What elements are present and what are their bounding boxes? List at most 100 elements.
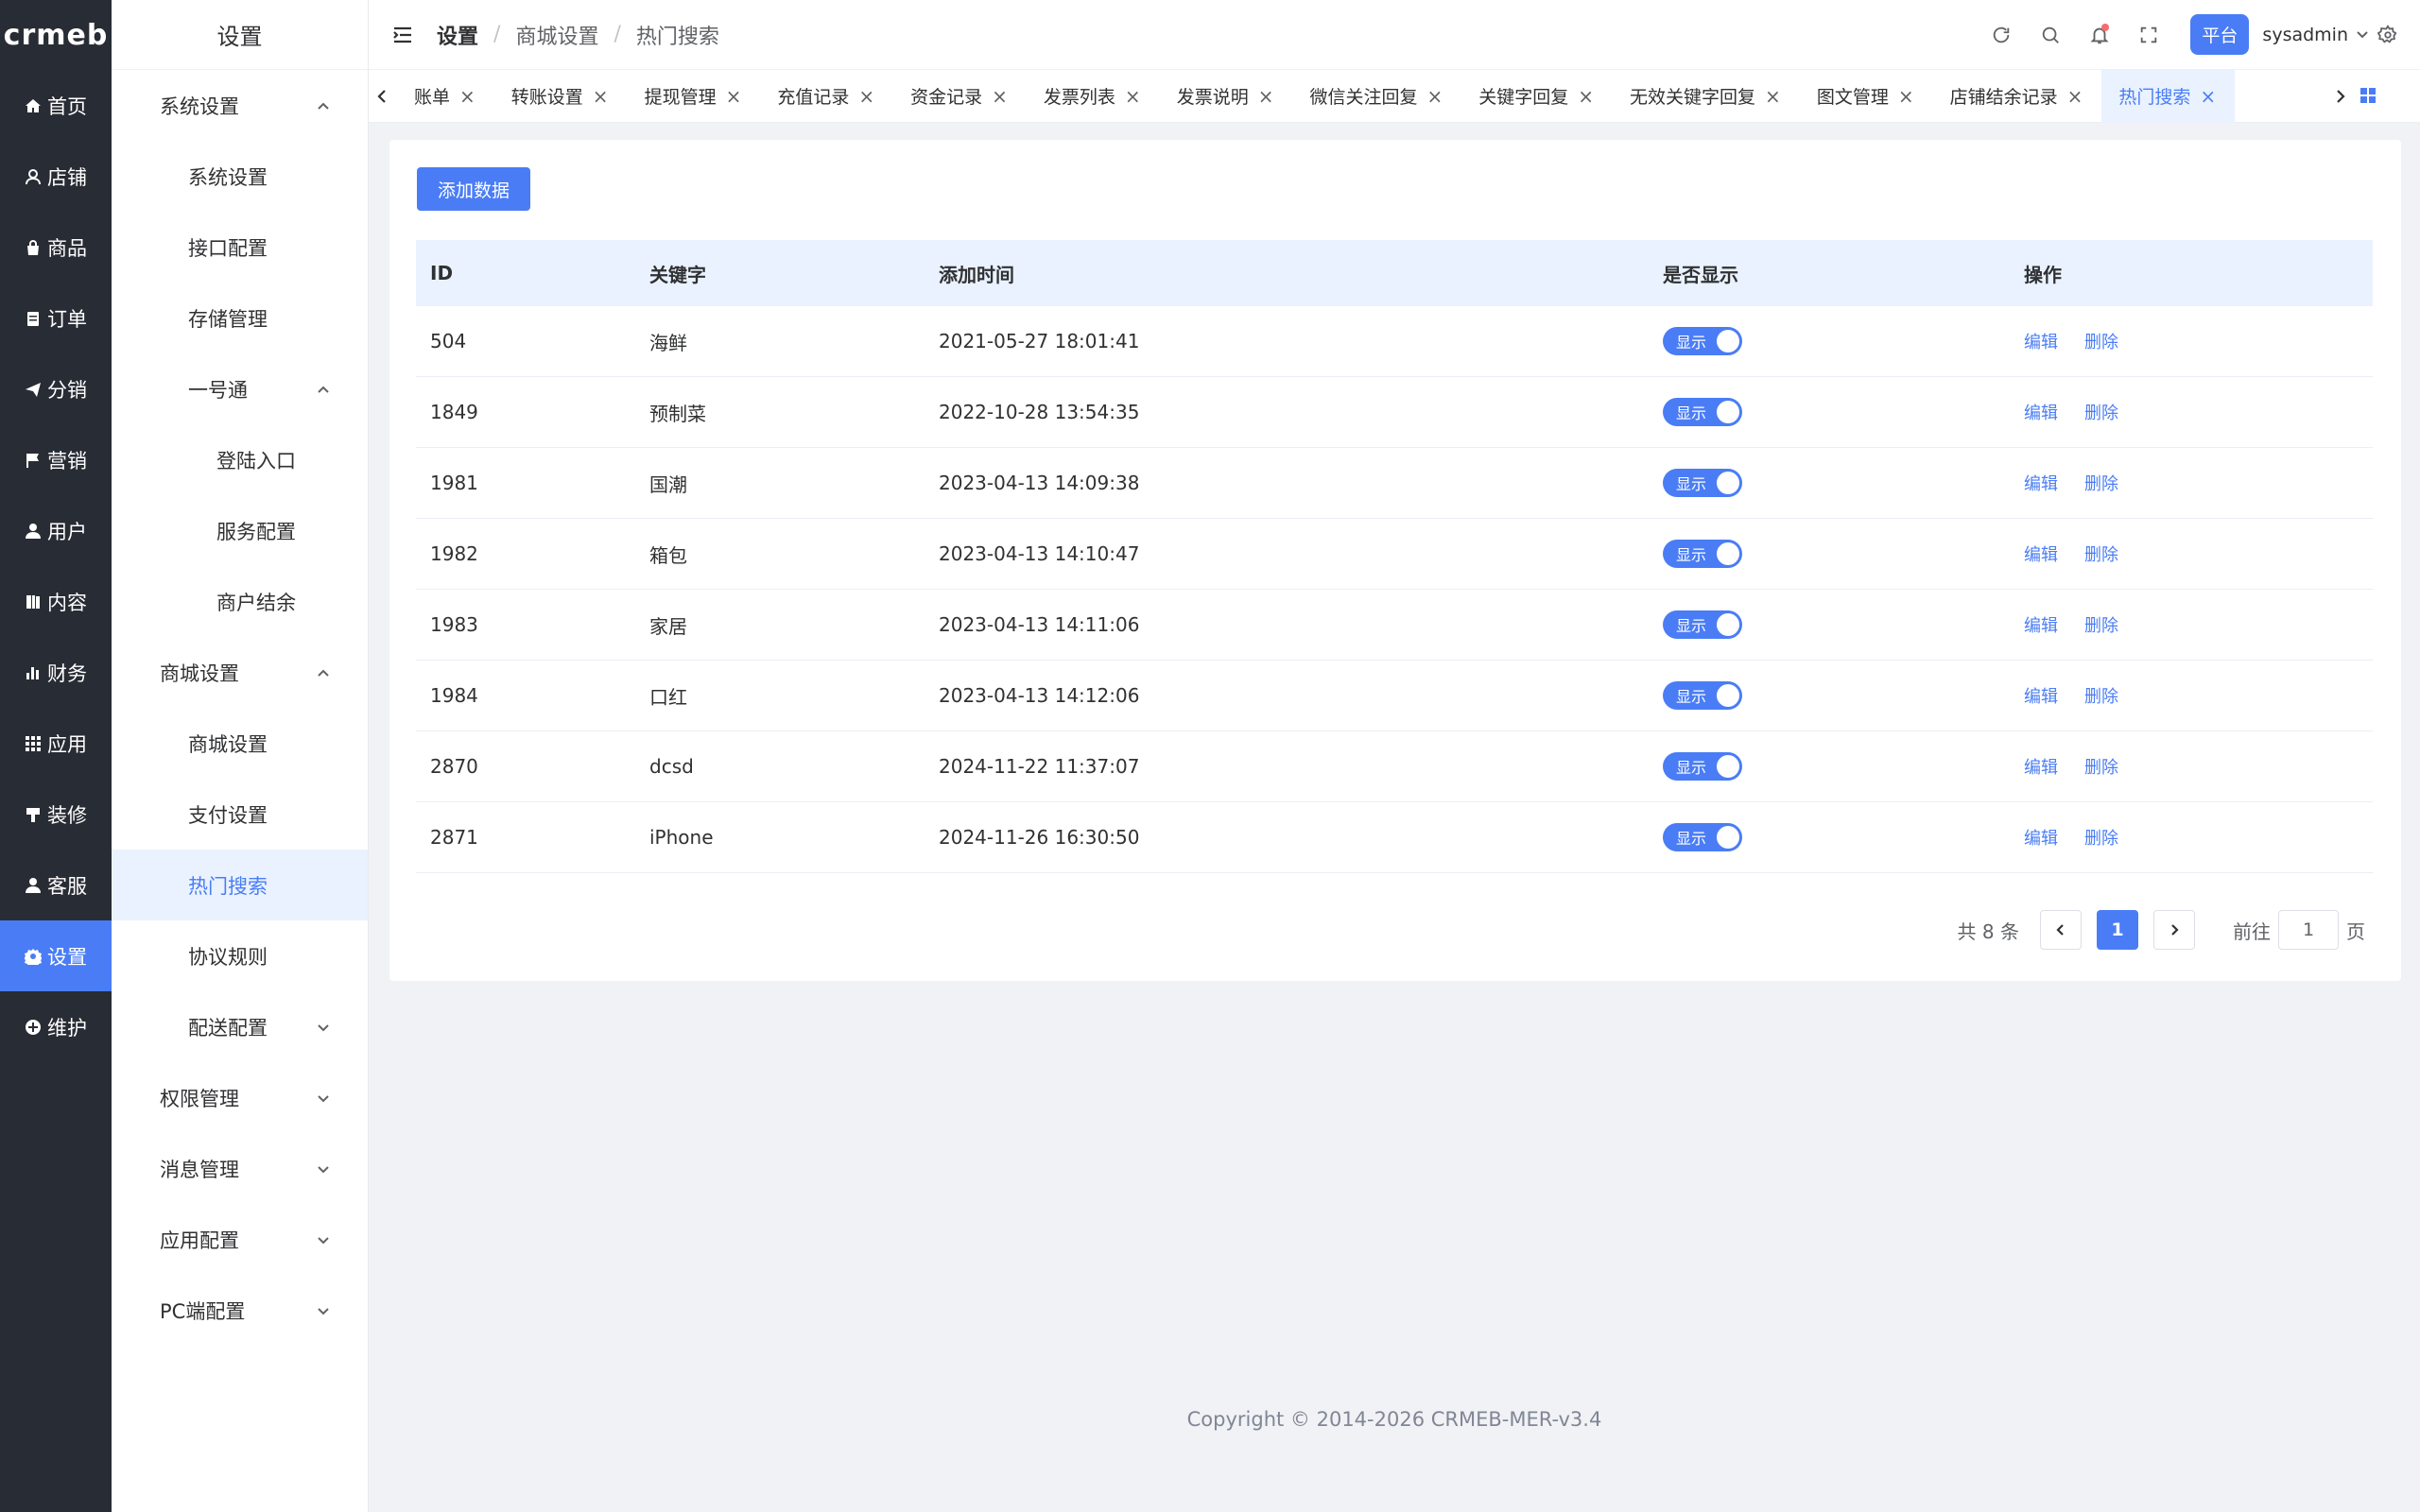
nav-item-8[interactable]: 财务 [0, 637, 112, 708]
close-icon[interactable]: × [726, 85, 742, 108]
close-icon[interactable]: × [2067, 85, 2083, 108]
close-icon[interactable]: × [1258, 85, 1274, 108]
fullscreen-icon[interactable] [2124, 16, 2173, 54]
sidebar-item[interactable]: 热门搜索 [112, 850, 368, 920]
close-icon[interactable]: × [1898, 85, 1914, 108]
tabs-scroll-right-icon[interactable] [2325, 70, 2354, 123]
edit-link[interactable]: 编辑 [2024, 754, 2058, 779]
sidebar-group[interactable]: PC端配置 [112, 1275, 368, 1346]
bell-icon[interactable] [2075, 16, 2124, 54]
page-tab[interactable]: 转账设置 × [494, 70, 628, 123]
sidebar-item[interactable]: 协议规则 [112, 920, 368, 991]
prev-page-button[interactable] [2040, 910, 2082, 950]
page-tab[interactable]: 热门搜索 × [2101, 69, 2236, 123]
delete-link[interactable]: 删除 [2084, 541, 2118, 566]
page-tab[interactable]: 提现管理 × [628, 70, 761, 123]
close-icon[interactable]: × [1426, 85, 1443, 108]
page-tab[interactable]: 无效关键字回复 × [1613, 70, 1800, 123]
settings-gear-icon[interactable] [2369, 16, 2407, 54]
sidebar-item[interactable]: 登陆入口 [112, 424, 368, 495]
page-number-current[interactable]: 1 [2097, 910, 2138, 950]
sidebar-group[interactable]: 系统设置 [112, 70, 368, 141]
close-icon[interactable]: × [2200, 85, 2216, 108]
menu-toggle-icon[interactable] [391, 24, 414, 46]
close-icon[interactable]: × [593, 85, 609, 108]
close-icon[interactable]: × [992, 85, 1008, 108]
show-toggle[interactable]: 显示 [1663, 398, 1742, 426]
nav-item-0[interactable]: 首页 [0, 70, 112, 141]
edit-link[interactable]: 编辑 [2024, 400, 2058, 424]
search-icon[interactable] [2026, 16, 2075, 54]
close-icon[interactable]: × [1125, 85, 1141, 108]
sidebar-group[interactable]: 权限管理 [112, 1062, 368, 1133]
delete-link[interactable]: 删除 [2084, 471, 2118, 495]
sidebar-group[interactable]: 应用配置 [112, 1204, 368, 1275]
tabs-menu-grid-icon[interactable] [2360, 87, 2378, 106]
page-tab[interactable]: 发票说明 × [1160, 70, 1293, 123]
show-toggle[interactable]: 显示 [1663, 681, 1742, 710]
edit-link[interactable]: 编辑 [2024, 329, 2058, 353]
nav-item-1[interactable]: 店铺 [0, 141, 112, 212]
page-tab[interactable]: 账单 × [397, 70, 494, 123]
user-menu[interactable]: sysadmin [2262, 25, 2369, 45]
goto-page-input[interactable] [2278, 910, 2339, 950]
show-toggle[interactable]: 显示 [1663, 540, 1742, 568]
page-tab[interactable]: 充值记录 × [760, 70, 893, 123]
sidebar-item[interactable]: 商户结余 [112, 566, 368, 637]
logo[interactable]: crmeb [0, 0, 112, 70]
nav-item-11[interactable]: 客服 [0, 850, 112, 920]
close-icon[interactable]: × [1578, 85, 1594, 108]
delete-link[interactable]: 删除 [2084, 754, 2118, 779]
sidebar-item[interactable]: 商城设置 [112, 708, 368, 779]
close-icon[interactable]: × [858, 85, 874, 108]
close-icon[interactable]: × [459, 85, 475, 108]
page-tab[interactable]: 资金记录 × [893, 70, 1027, 123]
page-tab[interactable]: 发票列表 × [1027, 70, 1160, 123]
sidebar-item[interactable]: 系统设置 [112, 141, 368, 212]
edit-link[interactable]: 编辑 [2024, 683, 2058, 708]
sidebar-group[interactable]: 商城设置 [112, 637, 368, 708]
nav-item-7[interactable]: 内容 [0, 566, 112, 637]
show-toggle[interactable]: 显示 [1663, 610, 1742, 639]
nav-item-12[interactable]: 设置 [0, 920, 112, 991]
sidebar-group[interactable]: 一号通 [112, 353, 368, 424]
add-data-button[interactable]: 添加数据 [417, 167, 530, 211]
nav-item-2[interactable]: 商品 [0, 212, 112, 283]
edit-link[interactable]: 编辑 [2024, 541, 2058, 566]
edit-link[interactable]: 编辑 [2024, 825, 2058, 850]
delete-link[interactable]: 删除 [2084, 400, 2118, 424]
page-tab[interactable]: 店铺结余记录 × [1933, 70, 2102, 123]
page-tab[interactable]: 微信关注回复 × [1292, 70, 1461, 123]
sidebar-item[interactable]: 服务配置 [112, 495, 368, 566]
nav-item-10[interactable]: 装修 [0, 779, 112, 850]
nav-item-9[interactable]: 应用 [0, 708, 112, 779]
close-icon[interactable]: × [1765, 85, 1781, 108]
delete-link[interactable]: 删除 [2084, 612, 2118, 637]
show-toggle[interactable]: 显示 [1663, 469, 1742, 497]
breadcrumb-item[interactable]: 商城设置 [515, 20, 598, 50]
tabs-scroll-left-icon[interactable] [369, 70, 397, 123]
sidebar-item[interactable]: 接口配置 [112, 212, 368, 283]
delete-link[interactable]: 删除 [2084, 683, 2118, 708]
breadcrumb-item[interactable]: 设置 [437, 20, 478, 50]
next-page-button[interactable] [2153, 910, 2195, 950]
sidebar-group[interactable]: 配送配置 [112, 991, 368, 1062]
sidebar-item[interactable]: 存储管理 [112, 283, 368, 353]
platform-button[interactable]: 平台 [2190, 14, 2250, 55]
edit-link[interactable]: 编辑 [2024, 471, 2058, 495]
nav-item-5[interactable]: 营销 [0, 424, 112, 495]
edit-link[interactable]: 编辑 [2024, 612, 2058, 637]
show-toggle[interactable]: 显示 [1663, 327, 1742, 355]
delete-link[interactable]: 删除 [2084, 329, 2118, 353]
show-toggle[interactable]: 显示 [1663, 823, 1742, 851]
sidebar-item[interactable]: 支付设置 [112, 779, 368, 850]
refresh-icon[interactable] [1977, 16, 2026, 54]
nav-item-13[interactable]: 维护 [0, 991, 112, 1062]
sidebar-group[interactable]: 消息管理 [112, 1133, 368, 1204]
show-toggle[interactable]: 显示 [1663, 752, 1742, 781]
delete-link[interactable]: 删除 [2084, 825, 2118, 850]
nav-item-3[interactable]: 订单 [0, 283, 112, 353]
page-tab[interactable]: 关键字回复 × [1461, 70, 1613, 123]
nav-item-4[interactable]: 分销 [0, 353, 112, 424]
nav-item-6[interactable]: 用户 [0, 495, 112, 566]
